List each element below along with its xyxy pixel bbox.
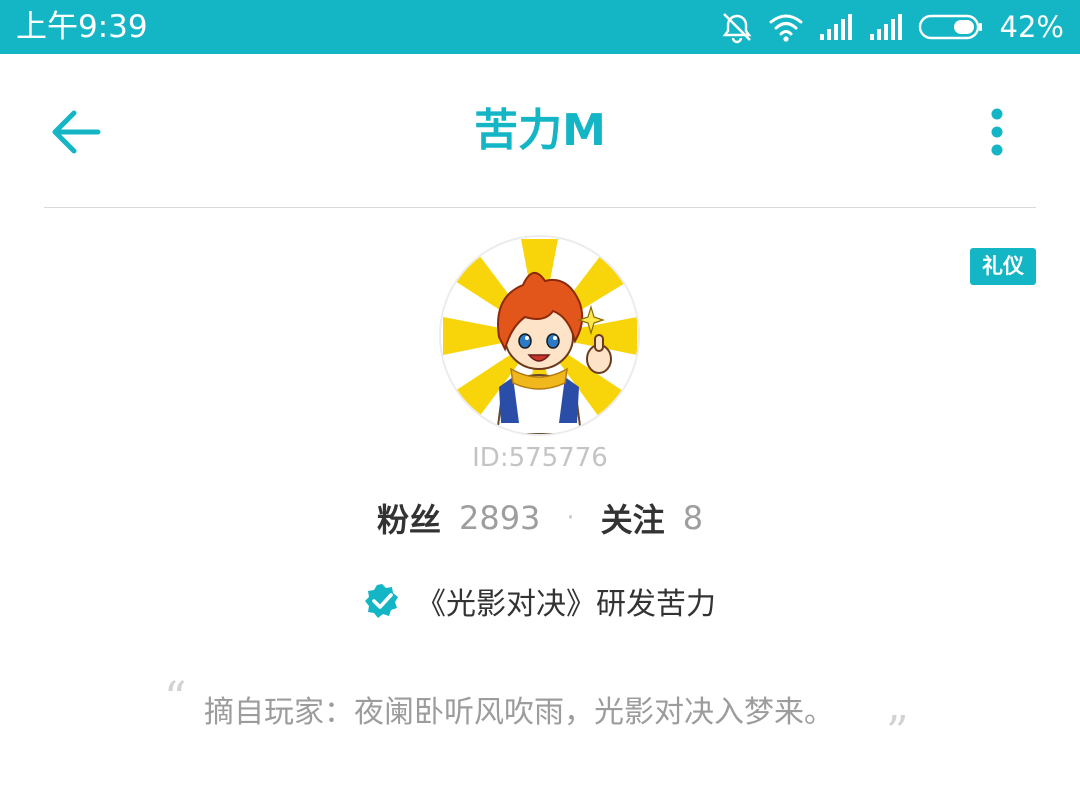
follow-count[interactable]: 8 [683, 499, 703, 537]
verified-title: 《光影对决》研发苦力 [416, 587, 716, 622]
verification-row: 《光影对决》研发苦力 [0, 578, 1080, 624]
battery-icon [918, 14, 982, 40]
signal-icon [819, 14, 852, 40]
verified-check-icon [365, 584, 398, 618]
app-header: 苦力M [0, 54, 1080, 208]
stat-separator: · [566, 503, 575, 533]
page-title: 苦力M [474, 105, 606, 156]
signature-quote: “ 摘自玩家：夜阑卧听风吹雨，光影对决入梦来。 ” [0, 674, 1080, 758]
more-options-button[interactable] [974, 104, 1020, 160]
status-bar: 上午9:39 42% [0, 0, 1080, 54]
follow-label[interactable]: 关注 [601, 495, 665, 541]
avatar-cartoon-character [441, 237, 638, 434]
quote-text: 摘自玩家：夜阑卧听风吹雨，光影对决入梦来。 [204, 695, 834, 730]
status-icons: 42% [720, 8, 1064, 46]
battery-percentage: 42% [999, 10, 1064, 44]
user-id: ID:575776 [472, 443, 608, 473]
quote-close-mark: ” [886, 707, 909, 758]
alarm-off-icon [722, 13, 751, 44]
header-divider [44, 207, 1036, 208]
stats-row: 粉丝 2893 · 关注 8 [0, 494, 1080, 542]
more-vertical-icon [991, 108, 1003, 156]
status-time: 上午9:39 [16, 9, 148, 45]
signal-icon [869, 14, 902, 40]
wifi-icon [769, 14, 803, 42]
avatar[interactable] [441, 237, 638, 434]
user-tag-badge[interactable]: 礼仪 [970, 248, 1036, 285]
fans-label[interactable]: 粉丝 [377, 495, 441, 541]
quote-open-mark: “ [164, 673, 187, 724]
fans-count[interactable]: 2893 [459, 499, 540, 537]
